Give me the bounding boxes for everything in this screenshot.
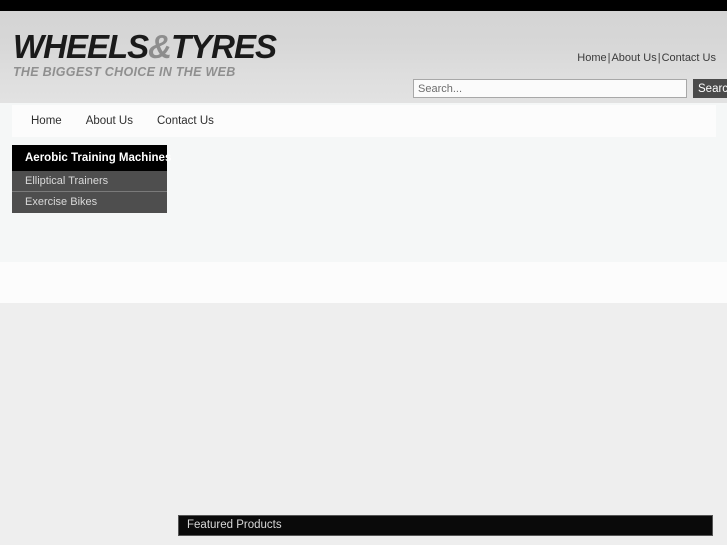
sidebar-title: Aerobic Training Machines <box>12 145 171 171</box>
nav-item-home[interactable]: Home <box>12 115 74 127</box>
top-black-strip <box>0 0 727 11</box>
sidebar-categories: Aerobic Training Machines Elliptical Tra… <box>12 145 171 213</box>
page-root: WHEELS&TYRES THE BIGGEST CHOICE IN THE W… <box>0 0 727 545</box>
top-link-home[interactable]: Home <box>577 52 606 64</box>
site-logo[interactable]: WHEELS&TYRES THE BIGGEST CHOICE IN THE W… <box>13 28 277 80</box>
sidebar-item-elliptical-trainers[interactable]: Elliptical Trainers <box>12 171 167 192</box>
logo-wordmark: WHEELS&TYRES <box>13 28 277 65</box>
content-band-white <box>0 262 727 303</box>
search-area: Search <box>413 79 727 98</box>
logo-text-before: WHEELS <box>13 28 149 65</box>
search-button[interactable]: Search <box>693 79 727 98</box>
sidebar-item-exercise-bikes[interactable]: Exercise Bikes <box>12 192 167 213</box>
logo-tagline: THE BIGGEST CHOICE IN THE WEB <box>13 65 236 79</box>
featured-products-header: Featured Products <box>178 515 713 536</box>
nav-item-contact-us[interactable]: Contact Us <box>145 115 226 127</box>
top-link-about-us[interactable]: About Us <box>611 52 656 64</box>
site-header: WHEELS&TYRES THE BIGGEST CHOICE IN THE W… <box>0 11 727 103</box>
search-input[interactable] <box>413 79 687 98</box>
top-link-contact-us[interactable]: Contact Us <box>662 52 716 64</box>
content-band-gray <box>0 303 727 545</box>
logo-text-after: TYRES <box>171 28 277 65</box>
nav-item-about-us[interactable]: About Us <box>74 115 145 127</box>
main-navigation: Home About Us Contact Us <box>12 105 716 137</box>
logo-ampersand: & <box>148 28 172 65</box>
top-utility-links: Home|About Us|Contact Us <box>577 52 716 64</box>
